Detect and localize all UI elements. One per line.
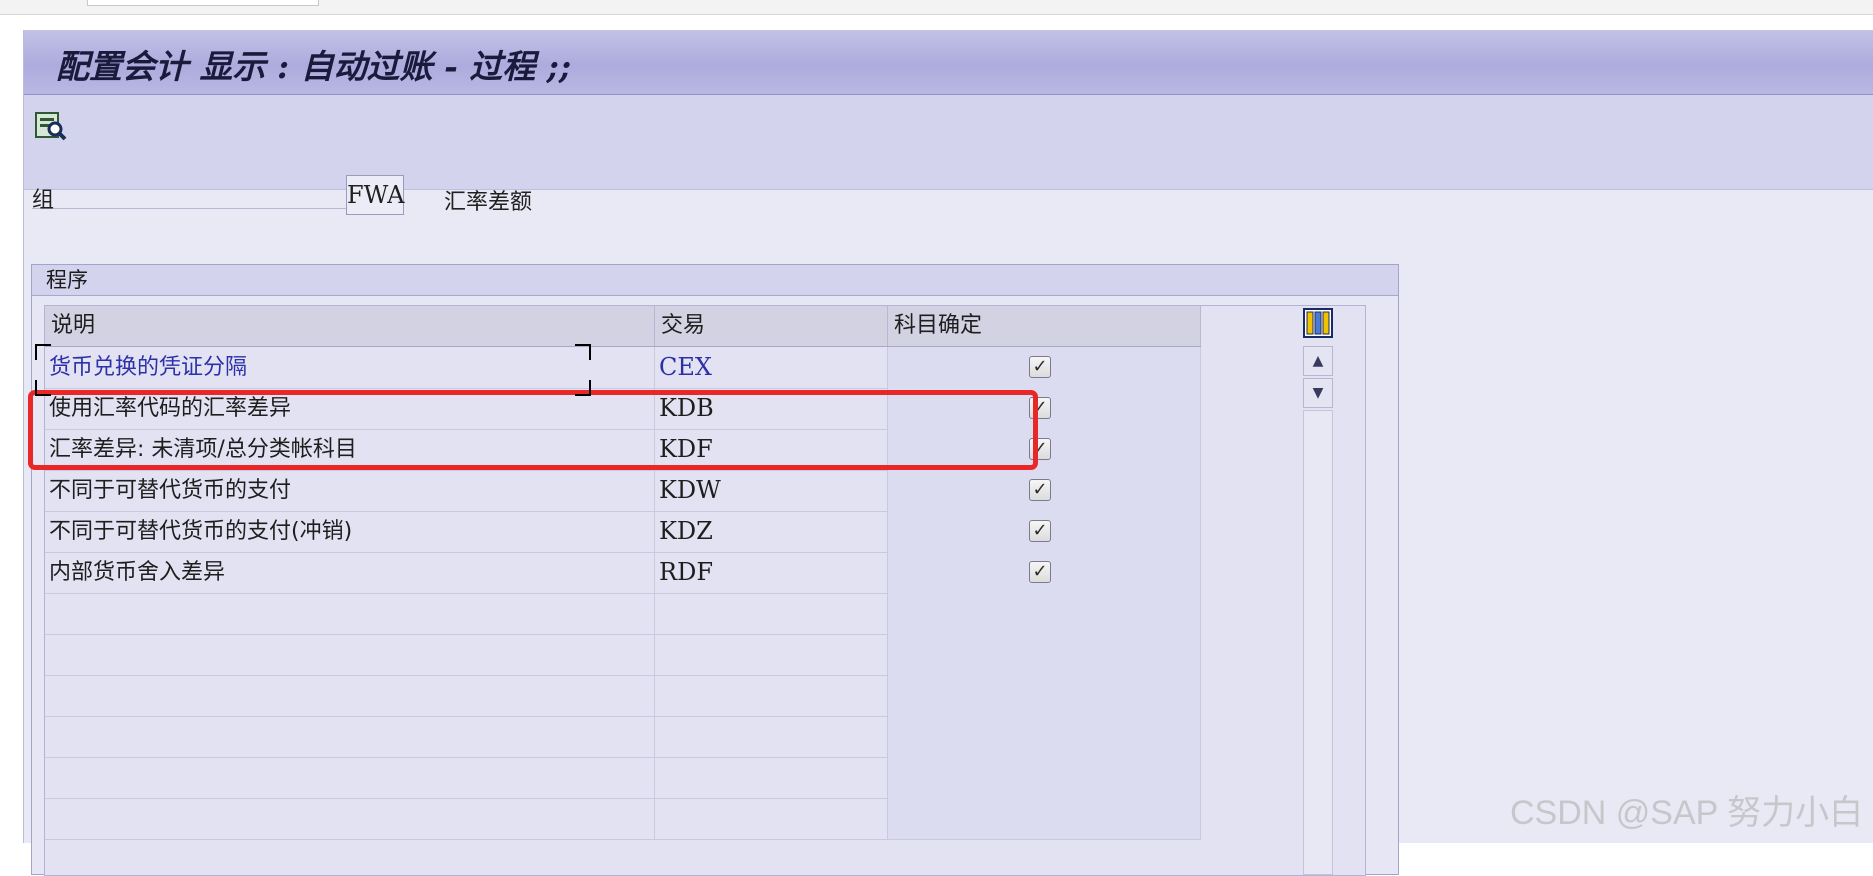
- group-field-row: 组 FWA 汇率差额: [24, 170, 1024, 220]
- selection-corner-bl: [35, 380, 51, 396]
- cell-description[interactable]: 内部货币舍入差异: [45, 552, 655, 593]
- table-row[interactable]: [45, 757, 1201, 799]
- highlight-annotation: [28, 390, 1038, 470]
- cell-account-determination: [888, 798, 1201, 839]
- cell-description: [45, 757, 655, 798]
- cell-account-determination: [888, 634, 1201, 675]
- cell-transaction[interactable]: CEX: [655, 347, 888, 388]
- cell-description: [45, 716, 655, 757]
- account-determination-checkbox[interactable]: ✓: [1029, 561, 1051, 583]
- column-header-description[interactable]: 说明: [45, 306, 655, 346]
- column-header-account-determination[interactable]: 科目确定: [888, 306, 1201, 346]
- column-header-transaction[interactable]: 交易: [655, 306, 888, 346]
- table-settings-icon[interactable]: [1303, 308, 1333, 338]
- scroll-up-icon[interactable]: ▲: [1303, 346, 1333, 376]
- table-row[interactable]: 不同于可替代货币的支付 KDW ✓: [45, 470, 1201, 512]
- account-determination-checkbox[interactable]: ✓: [1029, 520, 1051, 542]
- vertical-scrollbar[interactable]: ▲ ▼: [1303, 306, 1337, 875]
- scroll-down-icon[interactable]: ▼: [1303, 378, 1333, 408]
- cell-transaction: [655, 675, 888, 716]
- command-field[interactable]: [87, 0, 319, 6]
- cell-description: [45, 798, 655, 839]
- account-determination-checkbox[interactable]: ✓: [1029, 479, 1051, 501]
- cell-account-determination: [888, 716, 1201, 757]
- table-row[interactable]: [45, 798, 1201, 840]
- cell-description: [45, 634, 655, 675]
- cell-description[interactable]: 货币兑换的凭证分隔: [45, 347, 655, 388]
- table-row[interactable]: [45, 634, 1201, 676]
- cell-transaction[interactable]: RDF: [655, 552, 888, 593]
- selection-corner-tl: [35, 344, 51, 360]
- cell-transaction: [655, 757, 888, 798]
- cell-transaction: [655, 593, 888, 634]
- group-description: 汇率差额: [444, 190, 533, 215]
- window-title: 配置会计 显示 : 自动过账 - 过程 ;;: [56, 47, 572, 86]
- account-determination-checkbox[interactable]: ✓: [1029, 356, 1051, 378]
- cell-account-determination: ✓: [888, 511, 1201, 552]
- scrollbar-track[interactable]: [1303, 410, 1333, 875]
- procedures-title: 程序: [32, 265, 1398, 296]
- group-input[interactable]: FWA: [346, 175, 404, 215]
- cell-transaction[interactable]: KDZ: [655, 511, 888, 552]
- table-row[interactable]: 内部货币舍入差异 RDF ✓: [45, 552, 1201, 594]
- procedures-panel: 程序 说明 交易 科目确定 货币兑换的凭证分隔 CEX ✓ 使用汇率代码的汇率差异 KD…: [31, 264, 1399, 876]
- cell-account-determination: [888, 757, 1201, 798]
- cell-description[interactable]: 不同于可替代货币的支付: [45, 470, 655, 511]
- cell-description: [45, 675, 655, 716]
- cell-account-determination: [888, 593, 1201, 634]
- table-row[interactable]: 货币兑换的凭证分隔 CEX ✓: [45, 347, 1201, 389]
- table-header: 说明 交易 科目确定: [45, 306, 1201, 347]
- table-row[interactable]: 不同于可替代货币的支付(冲销) KDZ ✓: [45, 511, 1201, 553]
- title-bar: 配置会计 显示 : 自动过账 - 过程 ;;: [24, 30, 1873, 95]
- selection-corner-br: [575, 380, 591, 396]
- group-label: 组: [32, 182, 350, 213]
- cell-account-determination: ✓: [888, 470, 1201, 511]
- cell-transaction: [655, 634, 888, 675]
- cell-account-determination: ✓: [888, 552, 1201, 593]
- cell-transaction: [655, 716, 888, 757]
- table-row[interactable]: [45, 716, 1201, 758]
- table-row[interactable]: [45, 675, 1201, 717]
- cell-account-determination: [888, 675, 1201, 716]
- table-row[interactable]: [45, 593, 1201, 635]
- cell-description[interactable]: 不同于可替代货币的支付(冲销): [45, 511, 655, 552]
- cell-description: [45, 593, 655, 634]
- selection-corner-tr: [575, 344, 591, 360]
- cell-transaction: [655, 798, 888, 839]
- watermark: CSDN @SAP 努力小白: [1510, 794, 1864, 832]
- display-search-icon[interactable]: [34, 109, 68, 143]
- cell-account-determination: ✓: [888, 347, 1201, 388]
- cell-transaction[interactable]: KDW: [655, 470, 888, 511]
